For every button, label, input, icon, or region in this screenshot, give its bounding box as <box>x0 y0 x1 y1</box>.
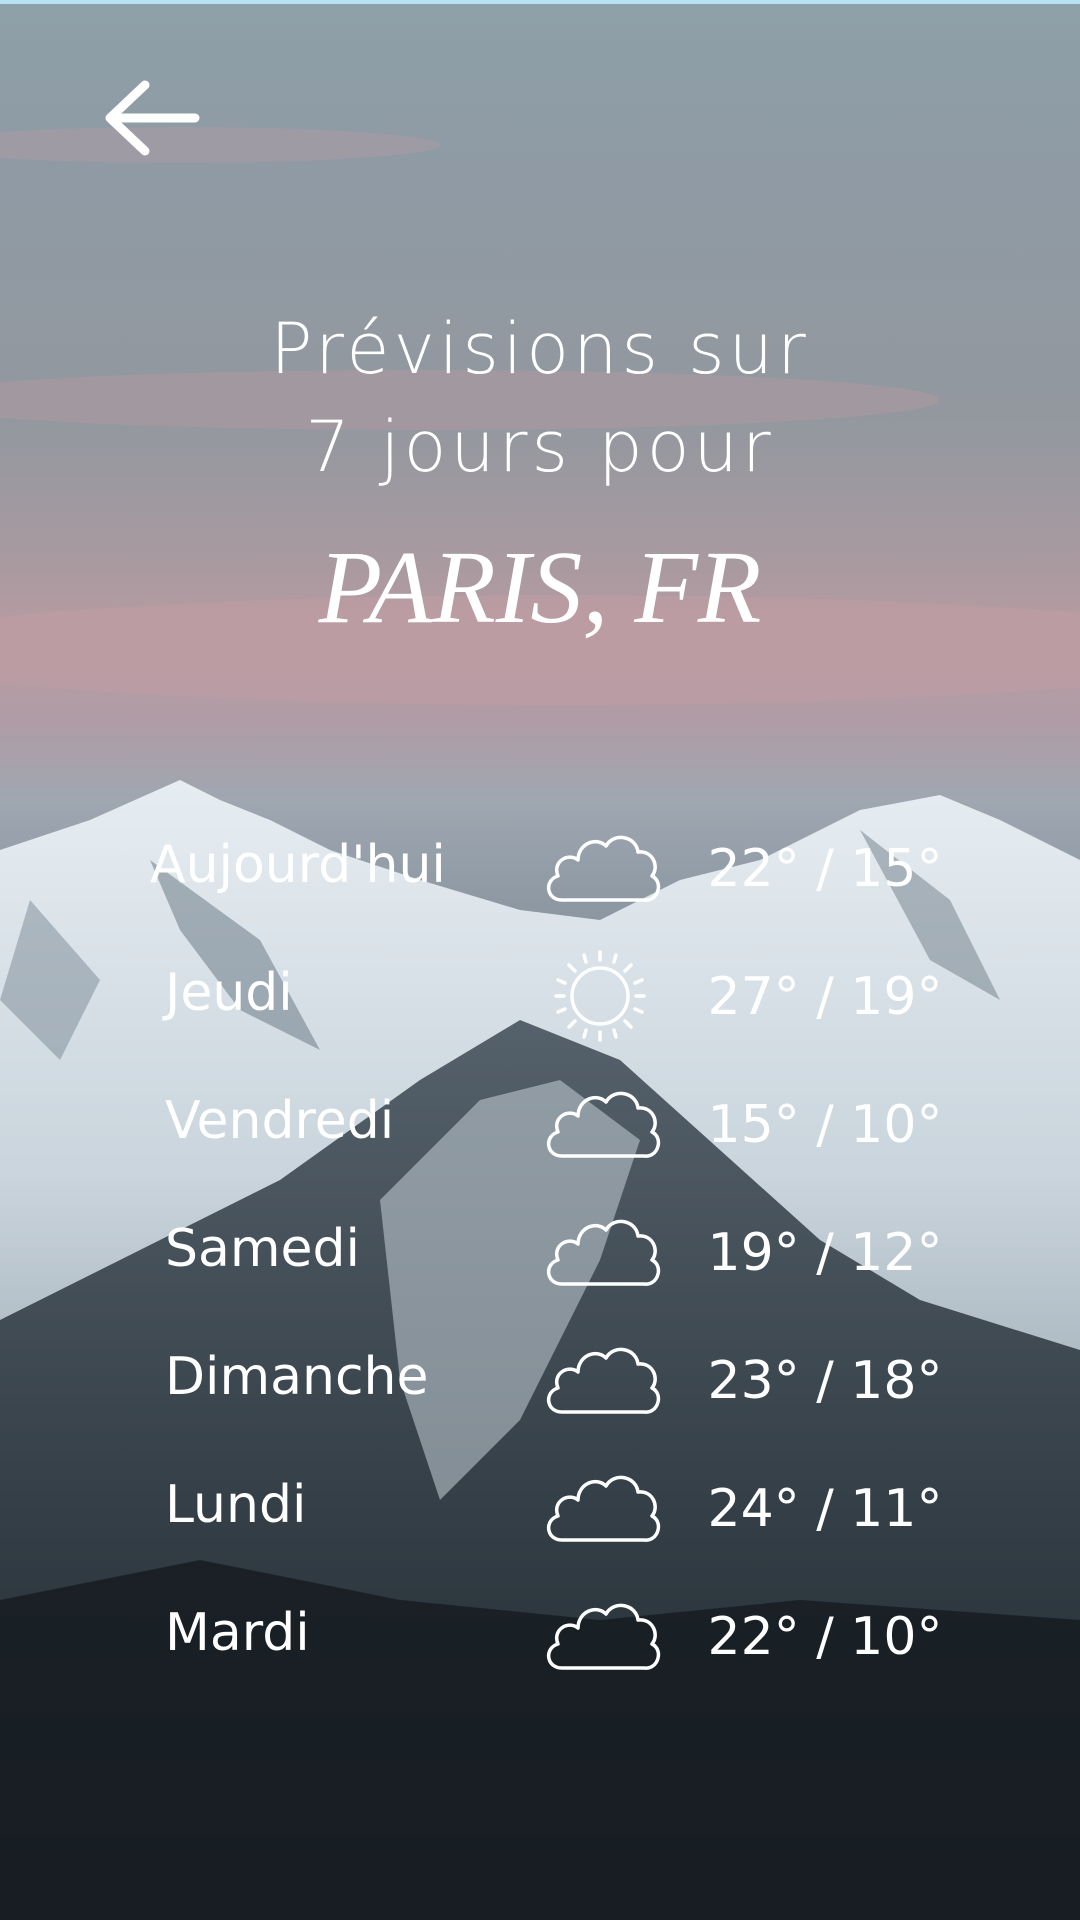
page-title: Prévisions sur 7 jours pour <box>0 300 1080 496</box>
temperature-range: 24° / 11° <box>707 1479 943 1539</box>
temperature-range: 23° / 18° <box>707 1351 943 1411</box>
back-button[interactable] <box>100 75 210 165</box>
day-label: Dimanche <box>165 1347 429 1407</box>
forecast-row: Mardi 22° / 10° <box>0 1578 1080 1706</box>
title-line-2: 7 jours pour <box>305 406 775 488</box>
sun-icon <box>540 950 666 1042</box>
temperature-range: 22° / 15° <box>707 839 943 899</box>
cloud-icon <box>540 1590 666 1680</box>
cloud-icon <box>540 1334 666 1424</box>
forecast-row: Samedi 19° / 12° <box>0 1194 1080 1322</box>
cloud-icon <box>540 1206 666 1296</box>
temperature-range: 27° / 19° <box>707 967 943 1027</box>
day-label: Lundi <box>165 1475 307 1535</box>
temperature-range: 15° / 10° <box>707 1095 943 1155</box>
day-label: Vendredi <box>165 1091 395 1151</box>
day-label: Aujourd'hui <box>150 835 446 895</box>
arrow-left-icon <box>105 80 200 156</box>
forecast-row: Dimanche 23° / 18° <box>0 1322 1080 1450</box>
city-name: PARIS, FR <box>318 530 762 645</box>
day-label: Jeudi <box>165 963 293 1023</box>
cloud-icon <box>540 822 666 912</box>
cloud-icon <box>540 1078 666 1168</box>
day-label: Mardi <box>165 1603 310 1663</box>
title-line-1: Prévisions sur <box>270 308 810 390</box>
forecast-row: Jeudi 27° / 19° <box>0 938 1080 1066</box>
temperature-range: 19° / 12° <box>707 1223 943 1283</box>
cloud-icon <box>540 1462 666 1552</box>
forecast-list: Aujourd'hui 22° / 15° Jeudi 27° / 19° Ve… <box>0 810 1080 1706</box>
forecast-row: Vendredi 15° / 10° <box>0 1066 1080 1194</box>
forecast-row: Lundi 24° / 11° <box>0 1450 1080 1578</box>
forecast-row: Aujourd'hui 22° / 15° <box>0 810 1080 938</box>
day-label: Samedi <box>165 1219 360 1279</box>
temperature-range: 22° / 10° <box>707 1607 943 1667</box>
